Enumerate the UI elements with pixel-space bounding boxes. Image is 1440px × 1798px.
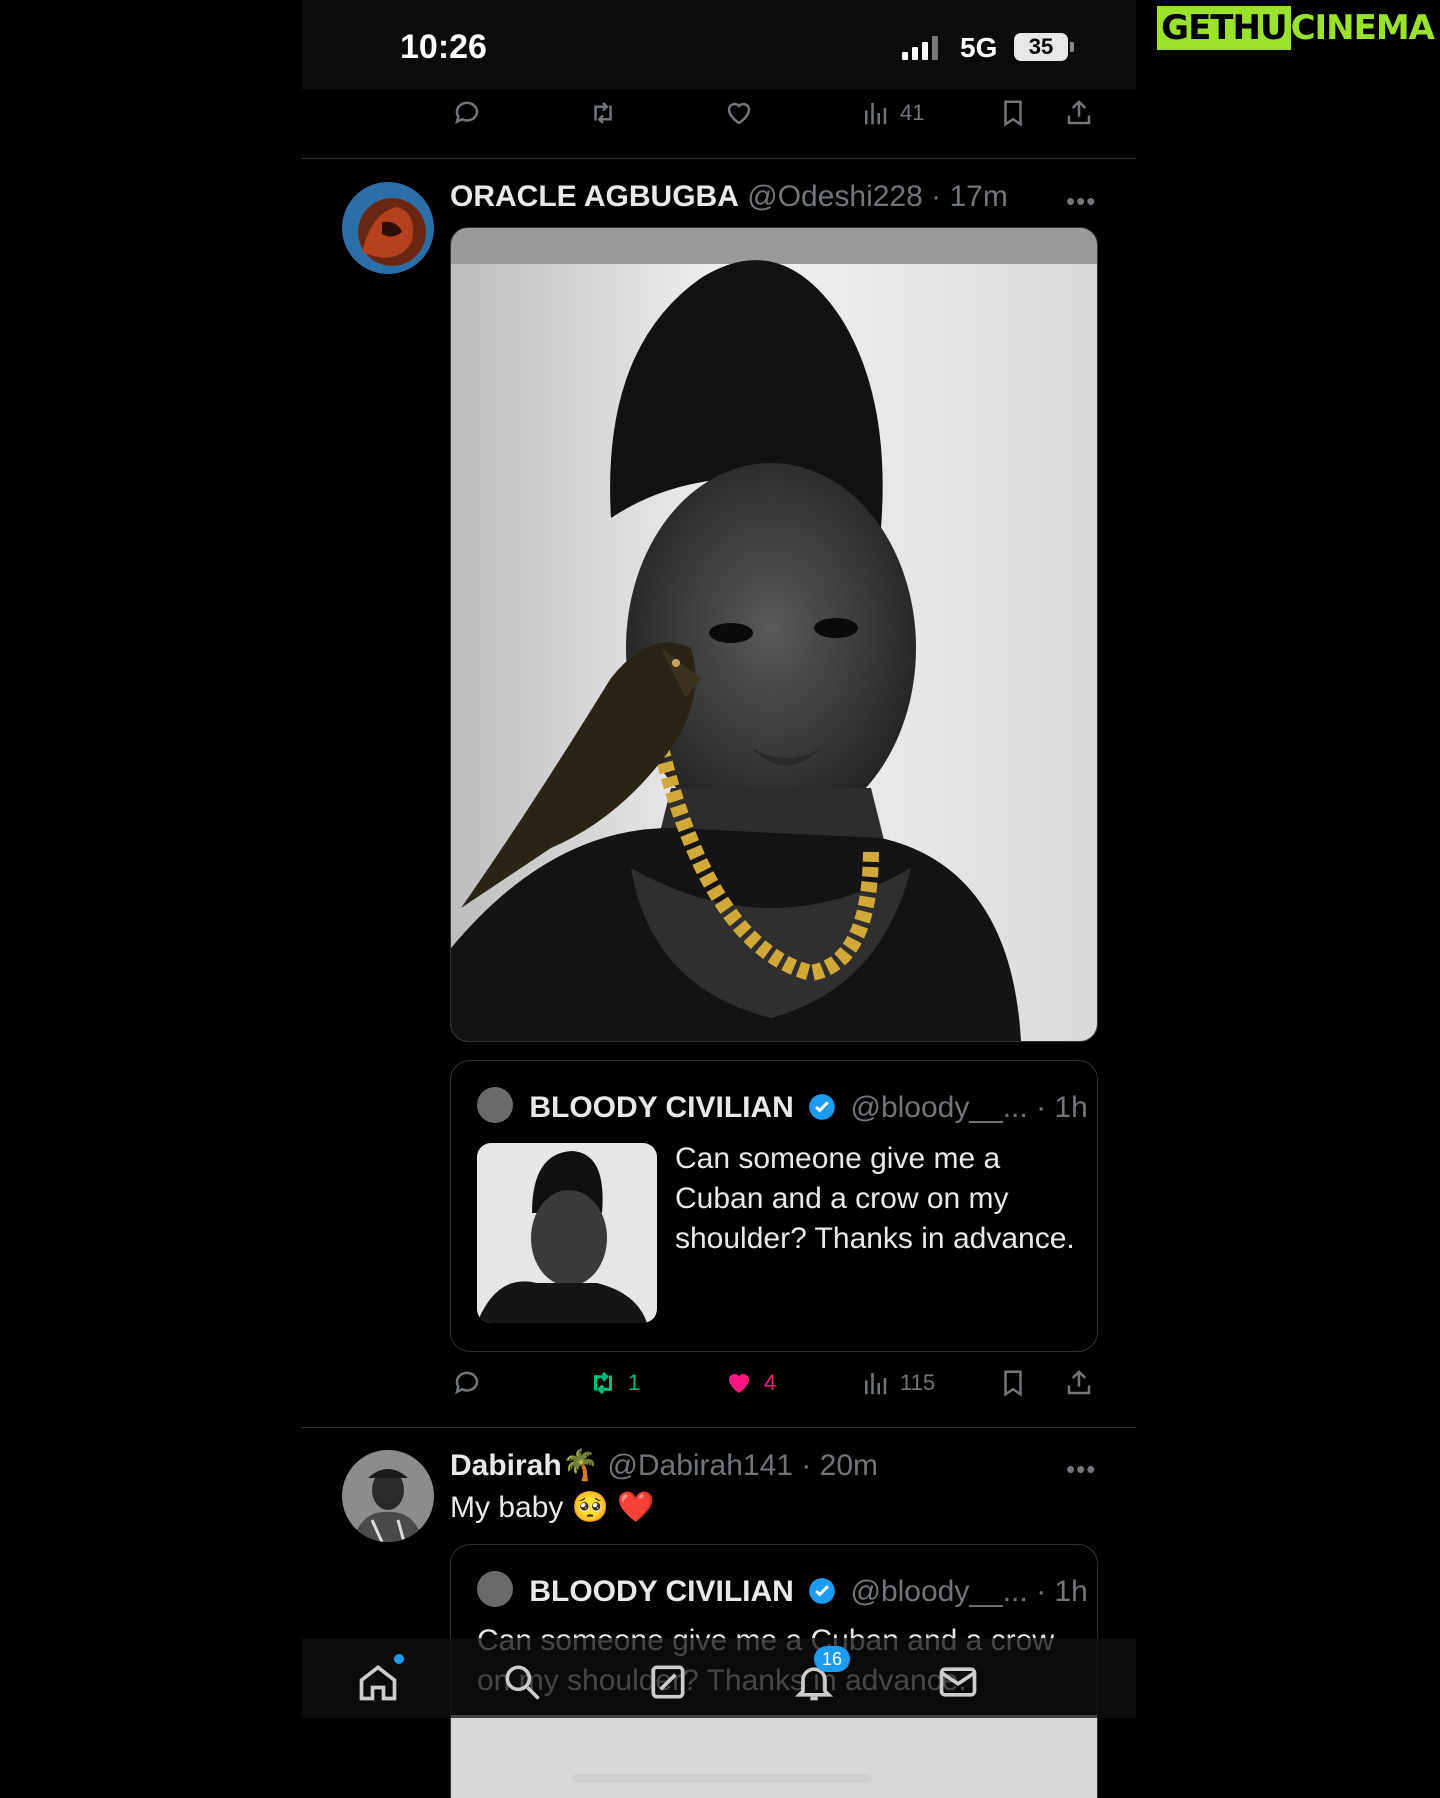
share-button[interactable] — [1064, 1368, 1094, 1398]
quoted-tweet-header: BLOODY CIVILIAN @bloody__... · 1h — [477, 1087, 1088, 1125]
heart-icon — [729, 1374, 749, 1393]
share-icon — [1067, 1369, 1091, 1395]
quoted-author-name: BLOODY CIVILIAN — [529, 1091, 794, 1124]
home-indicator[interactable] — [572, 1774, 872, 1783]
network-label: 5G — [960, 32, 998, 63]
watermark-logo: GETHU CINEMA — [1157, 6, 1435, 50]
status-time: 10:26 — [400, 28, 487, 66]
bookmark-button[interactable] — [998, 1368, 1028, 1398]
quoted-handle: @bloody__... — [850, 1575, 1028, 1608]
separator-dot: · — [1036, 1091, 1047, 1124]
quoted-handle: @bloody__... — [850, 1091, 1028, 1124]
divider — [302, 1427, 1136, 1428]
bookmark-icon — [1004, 1370, 1022, 1397]
reply-icon — [455, 101, 479, 125]
quoted-thumbnail — [477, 1143, 657, 1323]
like-button[interactable]: 4 — [724, 1368, 776, 1398]
quoted-tweet[interactable]: BLOODY CIVILIAN @bloody__... · 1h Can so… — [450, 1060, 1098, 1352]
retweet-count: 1 — [628, 1370, 641, 1395]
bookmark-button[interactable] — [998, 98, 1028, 128]
author-name[interactable]: Dabirah🌴 — [450, 1449, 599, 1482]
bottom-nav: 16 — [302, 1638, 1136, 1718]
tweet-text: My baby 🥺 ❤️ — [450, 1491, 655, 1524]
retweet-button[interactable]: 1 — [588, 1368, 640, 1398]
grok-icon[interactable] — [646, 1660, 690, 1704]
author-name[interactable]: ORACLE AGBUGBA — [450, 180, 739, 213]
avatar-oracle[interactable] — [342, 182, 434, 274]
more-options-button[interactable]: ••• — [1066, 186, 1096, 217]
tweet-time[interactable]: 17m — [949, 180, 1007, 213]
signal-icon — [902, 36, 938, 60]
tweet-media-image[interactable] — [450, 227, 1098, 1042]
messages-icon[interactable] — [936, 1660, 980, 1704]
quoted-avatar — [477, 1571, 513, 1607]
verified-badge-icon — [809, 1578, 835, 1604]
separator-dot: · — [1036, 1575, 1047, 1608]
bookmark-icon — [1004, 100, 1022, 127]
tweet1-header: ORACLE AGBUGBA @Odeshi228 · 17m — [450, 180, 1008, 214]
share-button[interactable] — [1064, 98, 1094, 128]
separator-dot: · — [931, 180, 942, 213]
quoted-media-preview — [451, 1715, 1097, 1798]
share-icon — [1067, 99, 1091, 125]
views-button[interactable]: 115 — [860, 1368, 935, 1398]
heart-icon — [727, 102, 751, 125]
status-bar: 10:26 5G 35 — [302, 0, 1136, 90]
reply-button[interactable] — [452, 1368, 482, 1398]
author-handle[interactable]: @Odeshi228 — [747, 180, 923, 213]
quoted-time: 1h — [1054, 1575, 1088, 1608]
separator-dot: · — [801, 1449, 812, 1482]
prev-tweet-actions: 41 — [452, 98, 1092, 138]
reply-icon — [455, 1371, 479, 1395]
views-count: 41 — [900, 100, 925, 125]
quoted-time: 1h — [1054, 1091, 1088, 1124]
like-button[interactable] — [724, 98, 754, 128]
like-count: 4 — [764, 1370, 777, 1395]
verified-badge-icon — [809, 1094, 835, 1120]
views-icon — [865, 103, 887, 125]
retweet-icon — [593, 1371, 613, 1395]
avatar-dabirah[interactable] — [342, 1450, 434, 1542]
battery-icon: 35 — [1014, 33, 1068, 61]
quoted-author-name: BLOODY CIVILIAN — [529, 1575, 794, 1608]
notifications-badge: 16 — [814, 1646, 851, 1672]
reply-button[interactable] — [452, 98, 482, 128]
phone-screen: 10:26 5G 35 41 ORACLE AGBUGBA @Odeshi228… — [302, 0, 1136, 1798]
retweet-icon — [594, 102, 612, 124]
watermark-part-a: GETHU — [1157, 6, 1291, 50]
tweet2-header: Dabirah🌴 @Dabirah141 · 20m — [450, 1448, 878, 1483]
battery-tip — [1070, 42, 1074, 52]
home-unread-dot — [394, 1654, 404, 1664]
watermark-part-b: CINEMA — [1290, 8, 1435, 48]
quoted-text: Can someone give me a Cuban and a crow o… — [675, 1142, 1075, 1255]
quoted-tweet-header: BLOODY CIVILIAN @bloody__... · 1h — [477, 1571, 1088, 1609]
retweet-button[interactable] — [588, 98, 618, 128]
home-icon[interactable] — [356, 1660, 400, 1704]
tweet1-actions: 1 4 115 — [452, 1368, 1092, 1408]
divider — [302, 158, 1136, 159]
views-icon — [865, 1373, 887, 1395]
quoted-avatar — [477, 1087, 513, 1123]
search-icon[interactable] — [500, 1660, 544, 1704]
author-handle[interactable]: @Dabirah141 — [607, 1449, 793, 1482]
views-count: 115 — [900, 1370, 936, 1395]
views-button[interactable]: 41 — [860, 98, 924, 128]
more-options-button[interactable]: ••• — [1066, 1454, 1096, 1485]
tweet-time[interactable]: 20m — [820, 1449, 878, 1482]
